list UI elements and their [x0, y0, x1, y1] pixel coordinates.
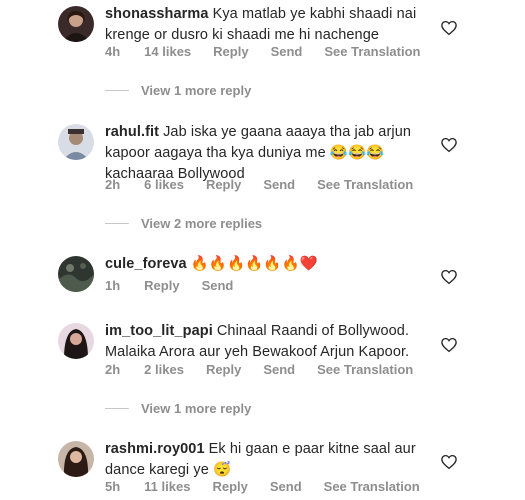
send-button[interactable]: Send — [263, 362, 295, 377]
view-more-replies[interactable]: View 1 more reply — [105, 401, 251, 416]
comment-username[interactable]: rashmi.roy001 — [105, 441, 205, 457]
heart-outline-icon[interactable] — [440, 19, 458, 37]
comment-username[interactable]: im_too_lit_papi — [105, 323, 213, 339]
see-translation-button[interactable]: See Translation — [324, 44, 420, 59]
view-more-replies[interactable]: View 1 more reply — [105, 83, 251, 98]
view-more-replies[interactable]: View 2 more replies — [105, 216, 262, 231]
comment-text: cule_foreva 🔥🔥🔥🔥🔥🔥❤️ — [105, 254, 425, 275]
comment-text: rashmi.roy001 Ek hi gaan e paar kitne saa… — [105, 439, 425, 481]
comment-time: 2h — [105, 177, 121, 192]
divider-line — [105, 408, 129, 409]
comment-actions: 1h Reply Send — [105, 278, 255, 293]
comment-actions: 2h 6 likes Reply Send See Translation — [105, 177, 435, 192]
comment-actions: 2h 2 likes Reply Send See Translation — [105, 362, 435, 377]
comment-actions: 5h 11 likes Reply Send See Translation — [105, 479, 442, 494]
comment-time: 4h — [105, 44, 121, 59]
send-button[interactable]: Send — [263, 177, 295, 192]
avatar[interactable] — [58, 323, 94, 359]
reply-button[interactable]: Reply — [144, 278, 179, 293]
comment-likes[interactable]: 6 likes — [144, 177, 184, 192]
see-translation-button[interactable]: See Translation — [317, 177, 413, 192]
heart-outline-icon[interactable] — [440, 136, 458, 154]
avatar[interactable] — [58, 441, 94, 477]
comment-text: shonassharma Kya matlab ye kabhi shaadi n… — [105, 4, 425, 46]
comment-username[interactable]: cule_foreva — [105, 256, 187, 272]
comment-time: 2h — [105, 362, 121, 377]
send-button[interactable]: Send — [202, 278, 234, 293]
avatar[interactable] — [58, 6, 94, 42]
comment-text: im_too_lit_papi Chinaal Raandi of Bollywo… — [105, 321, 425, 363]
avatar[interactable] — [58, 124, 94, 160]
see-translation-button[interactable]: See Translation — [317, 362, 413, 377]
reply-button[interactable]: Reply — [206, 362, 241, 377]
comment-likes[interactable]: 14 likes — [144, 44, 191, 59]
comment-actions: 4h 14 likes Reply Send See Translation — [105, 44, 442, 59]
comment-likes[interactable]: 11 likes — [144, 479, 190, 494]
comment-text: rahul.fit Jab iska ye gaana aaaya tha jab… — [105, 122, 425, 185]
comment-username[interactable]: rahul.fit — [105, 124, 159, 140]
heart-outline-icon[interactable] — [440, 268, 458, 286]
comment-time: 5h — [105, 479, 121, 494]
reply-button[interactable]: Reply — [212, 479, 247, 494]
divider-line — [105, 90, 129, 91]
comment-likes[interactable]: 2 likes — [144, 362, 184, 377]
avatar[interactable] — [58, 256, 94, 292]
see-translation-button[interactable]: See Translation — [324, 479, 420, 494]
comment-time: 1h — [105, 278, 121, 293]
heart-outline-icon[interactable] — [440, 336, 458, 354]
reply-button[interactable]: Reply — [206, 177, 241, 192]
heart-outline-icon[interactable] — [440, 453, 458, 471]
comment-username[interactable]: shonassharma — [105, 6, 209, 22]
send-button[interactable]: Send — [271, 44, 303, 59]
comment-body: 🔥🔥🔥🔥🔥🔥❤️ — [190, 256, 318, 272]
divider-line — [105, 223, 129, 224]
reply-button[interactable]: Reply — [213, 44, 248, 59]
send-button[interactable]: Send — [270, 479, 302, 494]
